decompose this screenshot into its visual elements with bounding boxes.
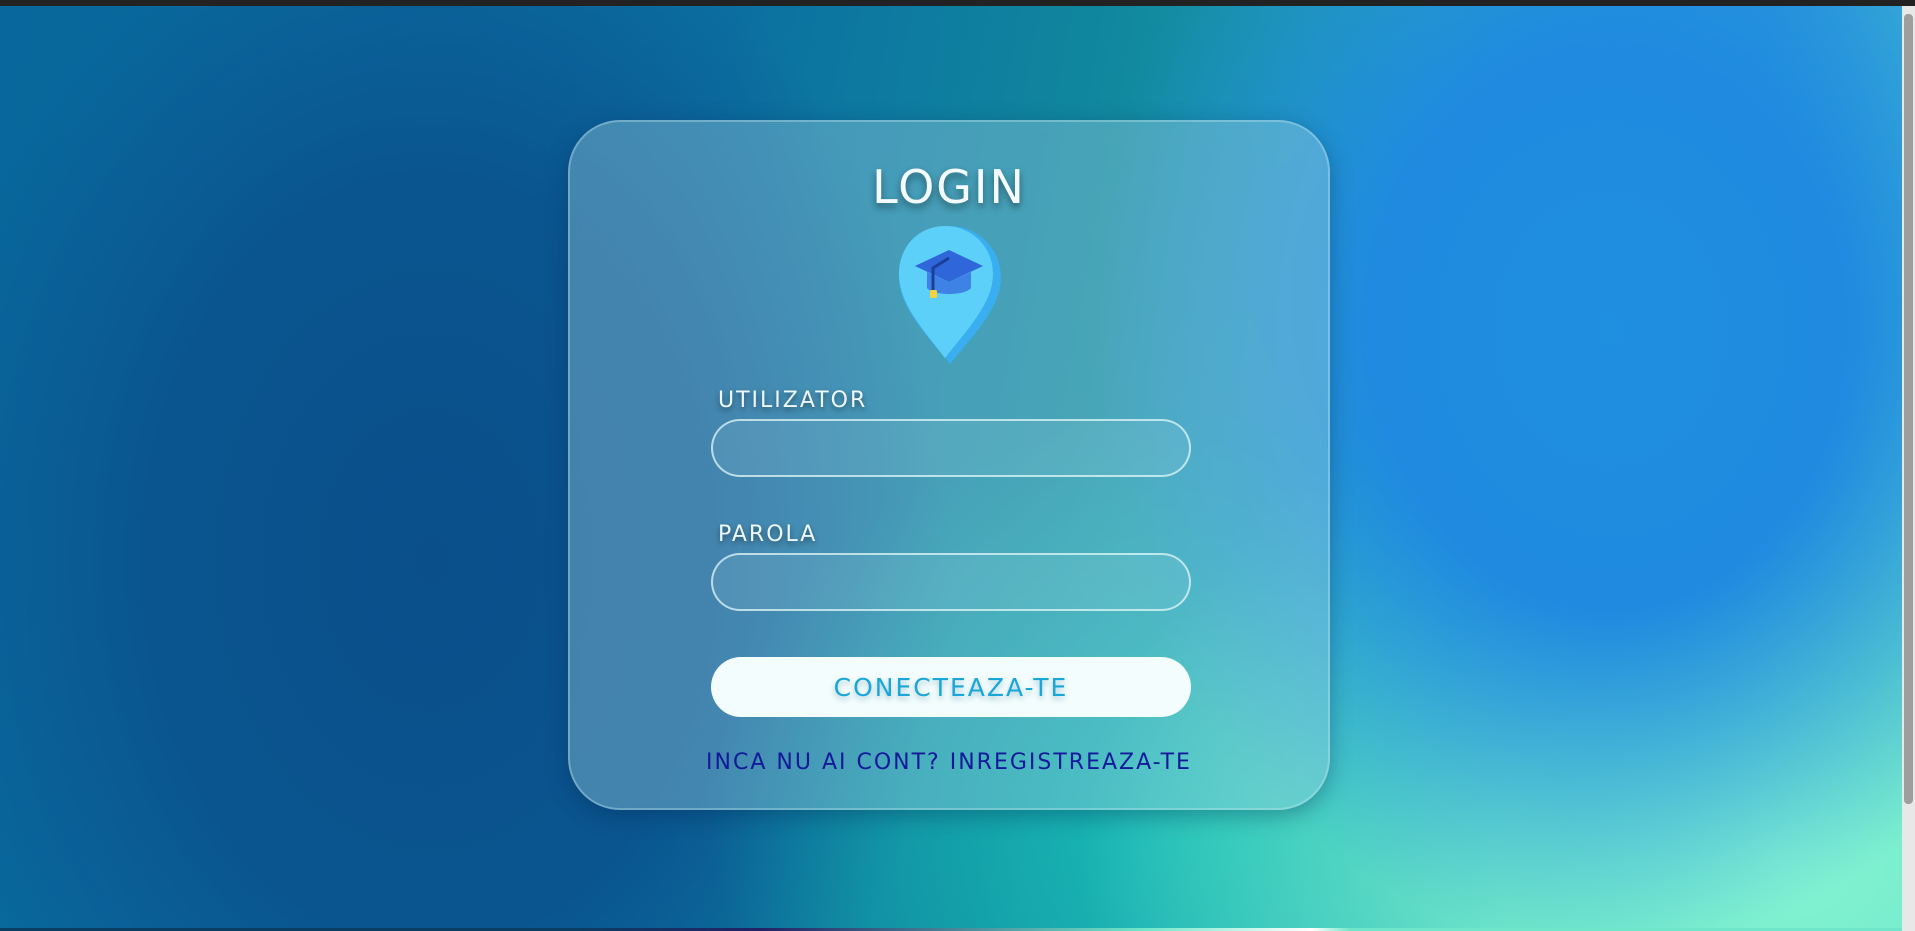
page-scrollbar[interactable]	[1902, 6, 1915, 931]
graduation-cap-location-pin-icon	[899, 226, 1001, 364]
password-input[interactable]	[711, 553, 1191, 611]
username-input[interactable]	[711, 419, 1191, 477]
login-page: LOGIN UTILIZATOR PAROLA CONECTEAZA-TE IN…	[0, 0, 1915, 931]
page-title: LOGIN	[872, 160, 1026, 214]
scrollbar-thumb[interactable]	[1904, 14, 1913, 804]
password-label: PAROLA	[718, 522, 818, 547]
browser-top-bar	[0, 0, 1915, 6]
register-link[interactable]: INCA NU AI CONT? INREGISTREAZA-TE	[570, 750, 1328, 775]
login-button[interactable]: CONECTEAZA-TE	[711, 657, 1191, 717]
login-card: LOGIN UTILIZATOR PAROLA CONECTEAZA-TE IN…	[568, 120, 1330, 810]
username-label: UTILIZATOR	[718, 388, 868, 413]
